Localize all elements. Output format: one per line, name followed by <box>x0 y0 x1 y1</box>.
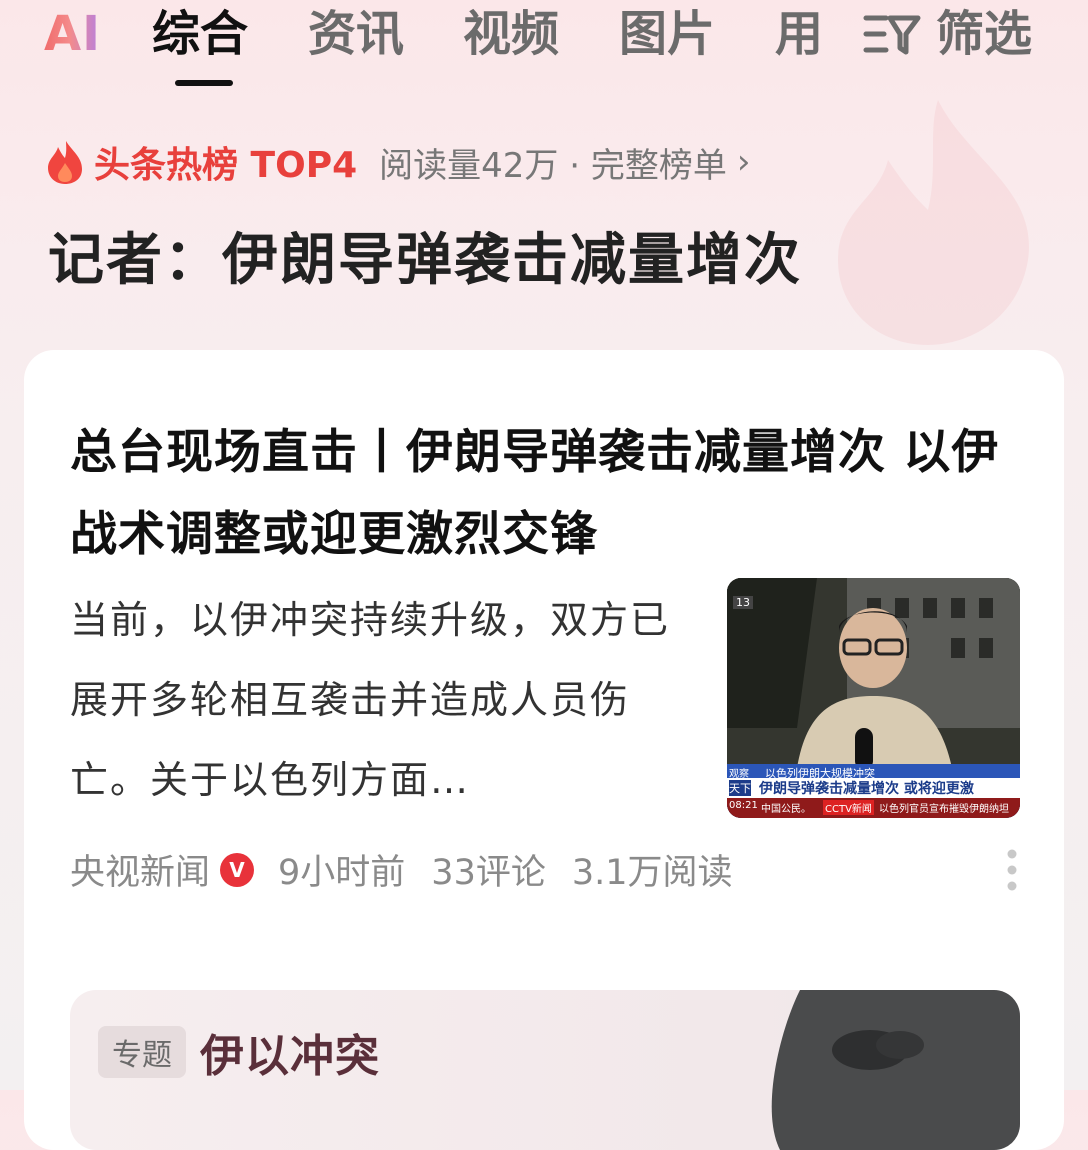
thumbnail-badge: 13 <box>733 596 753 609</box>
topic-tag: 专题 <box>98 1026 186 1078</box>
flame-icon <box>48 141 82 184</box>
tab-ai[interactable]: AI <box>44 4 101 64</box>
tab-general[interactable]: 综合 <box>152 4 248 64</box>
topic-title[interactable]: 伊以冲突 <box>200 1020 380 1084</box>
article-reads: 3.1万阅读 <box>571 853 733 893</box>
tab-filter[interactable]: 筛选 <box>936 4 1032 64</box>
article-source[interactable]: 央视新闻 <box>70 844 210 895</box>
background-flame-watermark <box>838 100 1029 345</box>
tab-use[interactable]: 用 <box>775 4 823 64</box>
article-thumbnail[interactable]: 13 以色列伊朗大规模冲突 观察 天下 伊朗导弹袭击减量增次 或将迎更激 08:… <box>727 578 1020 818</box>
tab-news[interactable]: 资讯 <box>308 4 404 64</box>
verified-icon: V <box>220 852 255 887</box>
thumbnail-label-left2: 天下 <box>729 780 751 796</box>
article-card[interactable]: 总台现场直击丨伊朗导弹袭击减量增次 以伊战术调整或迎更激烈交锋 当前，以伊冲突持… <box>24 350 1064 1150</box>
thumbnail-time: 08:21 <box>729 800 758 811</box>
topic-image <box>771 990 1020 1150</box>
article-title[interactable]: 总台现场直击丨伊朗导弹袭击减量增次 以伊战术调整或迎更激烈交锋 <box>70 412 1020 576</box>
more-options-icon[interactable] <box>1006 848 1018 892</box>
chevron-right-icon[interactable]: › <box>737 142 751 182</box>
article-summary: 当前，以伊冲突持续升级，双方已展开多轮相互袭击并造成人员伤亡。关于以色列方面… <box>70 598 671 802</box>
filter-icon[interactable] <box>862 12 922 58</box>
tab-video[interactable]: 视频 <box>463 4 559 64</box>
article-comments: 33评论 <box>431 853 546 893</box>
thumbnail-channel-logo: CCTV新闻 <box>823 800 874 815</box>
thumbnail-bottom-left: 中国公民。 <box>761 804 811 815</box>
hot-list-label: 头条热榜 TOP4 <box>94 145 358 186</box>
hot-list-meta[interactable]: 阅读量42万 · 完整榜单 <box>379 138 727 187</box>
hot-topic-title[interactable]: 记者：伊朗导弹袭击减量增次 <box>48 215 802 296</box>
thumbnail-bottom-right: 以色列官员宣布摧毁伊朗纳坦 <box>879 804 1009 815</box>
thumbnail-label-left: 观察 <box>729 769 749 780</box>
thumbnail-headline: 伊朗导弹袭击减量增次 或将迎更激 <box>759 781 974 797</box>
tab-images[interactable]: 图片 <box>619 4 715 64</box>
article-meta: 央视新闻 V 9小时前 33评论 3.1万阅读 <box>70 844 733 895</box>
topic-panel[interactable]: 专题 伊以冲突 <box>70 990 1020 1150</box>
article-time: 9小时前 <box>278 853 406 893</box>
search-tab-bar: AI 综合 资讯 视频 图片 用 筛选 <box>0 0 1088 90</box>
active-tab-indicator <box>175 80 233 86</box>
hot-list-row[interactable]: 头条热榜 TOP4 阅读量42万 · 完整榜单 › <box>44 138 750 186</box>
